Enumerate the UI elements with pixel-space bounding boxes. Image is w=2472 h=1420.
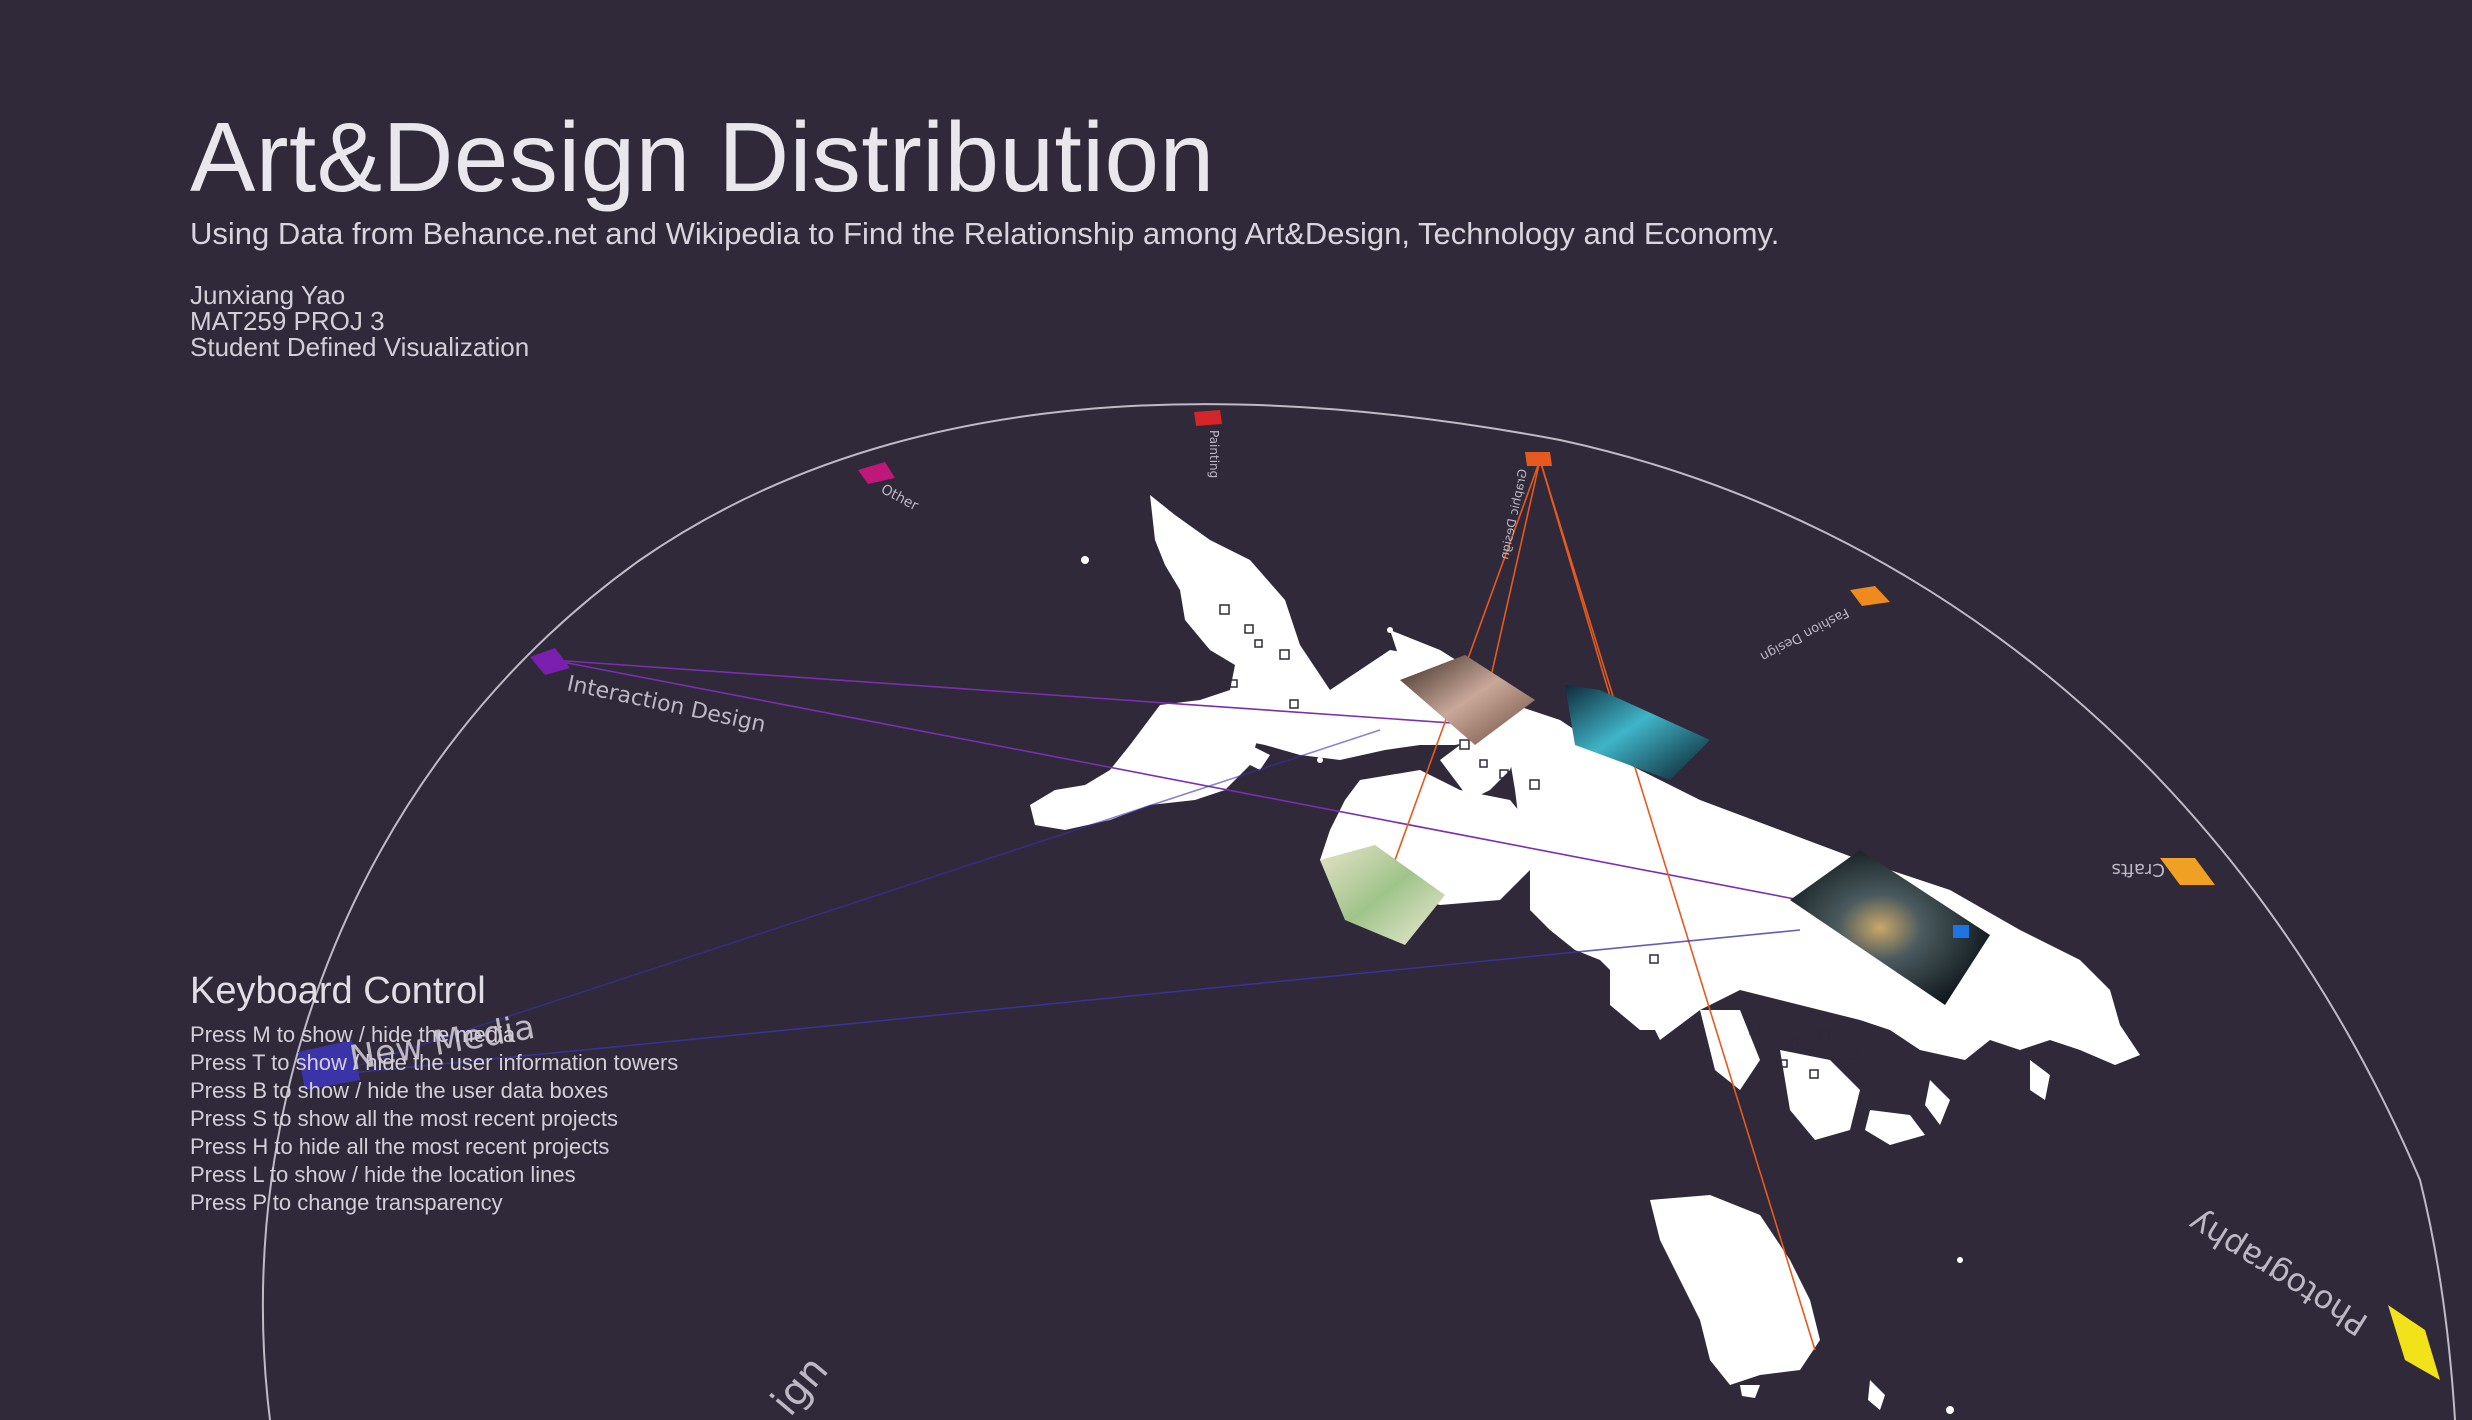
category-label: Graphic Design xyxy=(1497,468,1530,561)
project-badge-icon xyxy=(1953,925,1969,938)
category-other[interactable]: Other xyxy=(858,462,921,514)
keyboard-control-panel: Keyboard Control Press M to show / hide … xyxy=(190,970,678,1217)
category-marker xyxy=(858,462,895,484)
author-name: Junxiang Yao xyxy=(190,280,346,310)
keyboard-hint-boxes: Press B to show / hide the user data box… xyxy=(190,1078,609,1103)
category-marker xyxy=(530,648,570,675)
category-label: Other xyxy=(878,481,921,514)
keyboard-hint-show-projects: Press S to show all the most recent proj… xyxy=(190,1106,618,1131)
category-marker xyxy=(1850,586,1890,606)
category-photography[interactable]: Photography xyxy=(2181,1203,2440,1380)
category-label: Crafts xyxy=(2112,859,2165,880)
category-painting[interactable]: Painting xyxy=(1194,410,1222,478)
category-marker xyxy=(1525,452,1552,466)
category-label: Photography xyxy=(2181,1203,2374,1343)
keyboard-hint-hide-projects: Press H to hide all the most recent proj… xyxy=(190,1134,610,1159)
category-marker xyxy=(2160,858,2215,885)
project-type: Student Defined Visualization xyxy=(190,332,530,362)
keyboard-hint-towers: Press T to show / hide the user informat… xyxy=(190,1050,679,1075)
keyboard-hint-media: Press M to show / hide the media xyxy=(190,1022,516,1047)
category-partial-label: ign xyxy=(762,1347,837,1420)
keyboard-hint-transparency: Press P to change transparency xyxy=(190,1190,503,1215)
category-label: Painting xyxy=(1207,430,1221,478)
page-subtitle: Using Data from Behance.net and Wikipedi… xyxy=(190,216,1780,251)
category-crafts[interactable]: Crafts xyxy=(2112,858,2215,885)
category-marker xyxy=(2388,1305,2440,1380)
keyboard-hint-location-lines: Press L to show / hide the location line… xyxy=(190,1162,576,1187)
course-name: MAT259 PROJ 3 xyxy=(190,306,385,336)
page-title: Art&Design Distribution xyxy=(190,102,1215,212)
category-marker xyxy=(1194,410,1222,426)
category-label: ign xyxy=(762,1347,837,1420)
category-fashion-design[interactable]: Fashion Design xyxy=(1758,586,1890,664)
category-graphic-design[interactable]: Graphic Design xyxy=(1497,452,1552,561)
credits: Junxiang Yao MAT259 PROJ 3 Student Defin… xyxy=(190,282,529,360)
category-label: Fashion Design xyxy=(1758,604,1852,663)
keyboard-control-title: Keyboard Control xyxy=(190,970,486,1012)
